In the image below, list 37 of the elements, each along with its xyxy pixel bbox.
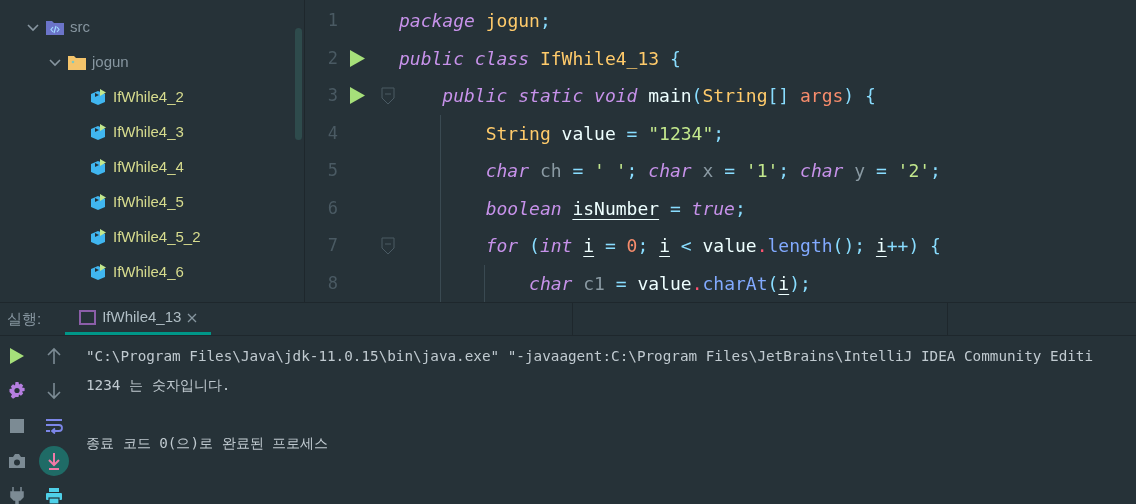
console-line: 1234 는 숫자입니다. [86, 376, 231, 395]
scroll-to-end-icon[interactable] [39, 446, 69, 476]
chevron-icon[interactable] [48, 57, 62, 68]
chevron-icon[interactable] [26, 22, 40, 33]
tree-item[interactable]: jogun [92, 51, 129, 74]
panel-label: 실행: [6, 308, 43, 329]
tree-item[interactable]: IfWhile4_5 [113, 191, 184, 214]
class-icon [90, 264, 107, 281]
console-line: 종료 코드 0(으)로 완료된 프로세스 [86, 434, 329, 453]
tree-item[interactable]: IfWhile4_6 [113, 261, 184, 284]
tree-item[interactable]: src [70, 16, 90, 39]
window-icon [79, 310, 97, 325]
tree-item[interactable]: IfWhile4_4 [113, 156, 184, 179]
code-line: package jogun; [399, 9, 551, 34]
code-line: public class IfWhile4_13 { [399, 46, 681, 71]
code-line: for (int i = 0; i < value.length(); i++) { [484, 234, 941, 259]
class-icon [90, 89, 107, 106]
class-icon [90, 194, 107, 211]
console-line: "C:\Program Files\Java\jdk-11.0.15\bin\java.exe" "-javaagent:C:\Program Files\JetBrains\IntelliJ IDEA Community Editi [86, 347, 1094, 366]
tree-item[interactable]: IfWhile4_3 [113, 121, 184, 144]
source-folder-icon [46, 20, 64, 35]
run-icon[interactable] [348, 48, 366, 68]
class-icon [90, 159, 107, 176]
code-line: char c1 = value.charAt(i); [528, 271, 811, 296]
tree-item[interactable]: IfWhile4_5_2 [113, 226, 201, 249]
scrollbar[interactable] [295, 28, 302, 140]
code-line: char ch = ' '; char x = '1'; char y = '2'; [484, 159, 941, 184]
class-icon [90, 229, 107, 246]
class-icon [90, 124, 107, 141]
close-icon[interactable] [187, 312, 198, 323]
code-line: String value = "1234"; [484, 121, 725, 146]
run-tab[interactable]: IfWhile4_13 [65, 303, 212, 335]
run-icon[interactable] [348, 86, 366, 106]
tree-item[interactable]: IfWhile4_2 [113, 86, 184, 109]
folder-icon [68, 55, 86, 70]
code-line: boolean isNumber = true; [484, 196, 746, 221]
code-line: public static void main(String[] args) { [441, 84, 876, 109]
